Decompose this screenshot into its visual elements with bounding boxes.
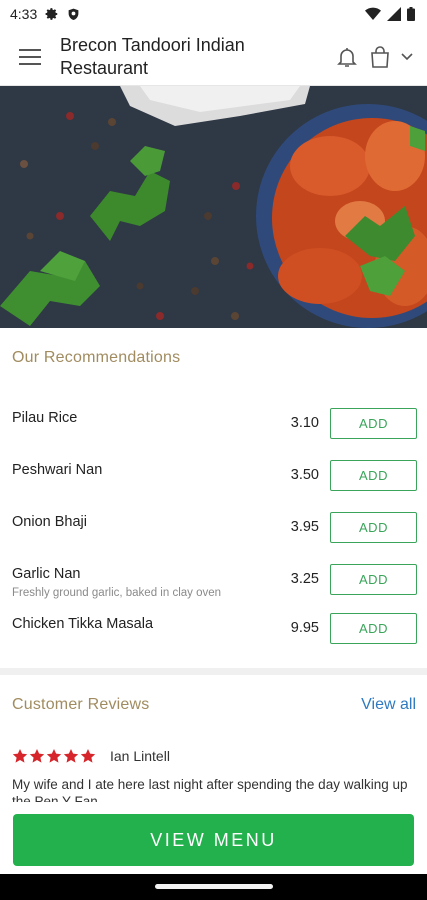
star-icon: [12, 749, 28, 763]
view-all-link[interactable]: View all: [361, 696, 416, 714]
add-button[interactable]: ADD: [330, 613, 417, 644]
menu-item-name: Onion Bhaji: [12, 514, 87, 530]
battery-icon: [407, 7, 415, 21]
app-bar: Brecon Tandoori Indian Restaurant: [0, 28, 427, 86]
menu-item: Onion Bhaji 3.95 ADD: [0, 500, 427, 552]
star-icon: [80, 749, 96, 763]
menu-item-name: Chicken Tikka Masala: [12, 616, 154, 632]
menu-item-price: 9.95: [290, 620, 319, 636]
star-rating: [12, 748, 96, 764]
menu-item-price: 3.25: [290, 571, 319, 587]
title-line-1: Brecon Tandoori Indian: [60, 34, 245, 55]
add-button[interactable]: ADD: [330, 408, 417, 439]
star-icon: [46, 749, 62, 763]
menu-item-description: Freshly ground garlic, baked in clay ove…: [12, 587, 222, 599]
menu-button[interactable]: [0, 28, 60, 86]
reviews-heading: Customer Reviews: [12, 696, 150, 713]
menu-item: Garlic Nan Freshly ground garlic, baked …: [0, 552, 427, 604]
add-button[interactable]: ADD: [330, 460, 417, 491]
recommendations-heading: Our Recommendations: [12, 349, 181, 366]
review-text: My wife and I ate here last night after …: [12, 777, 408, 802]
section-divider: [0, 668, 427, 675]
menu-item-price: 3.10: [290, 415, 319, 431]
chevron-down-icon[interactable]: [401, 52, 413, 61]
menu-item-price: 3.50: [290, 467, 319, 483]
menu-icon: [19, 48, 41, 65]
menu-item-name: Garlic Nan: [12, 566, 81, 582]
reviewer-name: Ian Lintell: [110, 748, 170, 764]
menu-item-name: Pilau Rice: [12, 410, 78, 426]
shield-icon: [68, 8, 79, 20]
bag-icon[interactable]: [369, 45, 391, 69]
menu-item: Pilau Rice 3.10 ADD: [0, 396, 427, 448]
recommendations-list: Pilau Rice 3.10 ADD Peshwari Nan 3.50 AD…: [0, 396, 427, 654]
star-icon: [63, 749, 79, 763]
star-icon: [29, 749, 45, 763]
wifi-icon: [365, 7, 381, 20]
view-menu-button[interactable]: VIEW MENU: [13, 814, 414, 866]
status-bar: 4:33: [0, 0, 427, 28]
menu-item: Peshwari Nan 3.50 ADD: [0, 448, 427, 500]
add-button[interactable]: ADD: [330, 512, 417, 543]
menu-item-name: Peshwari Nan: [12, 462, 103, 478]
title-line-2: Restaurant: [60, 57, 149, 78]
page-title: Brecon Tandoori Indian Restaurant: [60, 34, 300, 80]
menu-item: Chicken Tikka Masala 9.95 ADD: [0, 604, 427, 654]
settings-icon: [45, 8, 58, 20]
signal-icon: [387, 7, 401, 21]
bell-icon[interactable]: [335, 45, 359, 69]
system-nav-bar: [0, 874, 427, 900]
review-card: Ian Lintell My wife and I ate here last …: [12, 745, 416, 802]
add-button[interactable]: ADD: [330, 564, 417, 595]
hero-image: [0, 86, 427, 328]
home-gesture-handle[interactable]: [155, 884, 273, 889]
menu-item-price: 3.95: [290, 519, 319, 535]
status-time: 4:33: [10, 6, 38, 22]
